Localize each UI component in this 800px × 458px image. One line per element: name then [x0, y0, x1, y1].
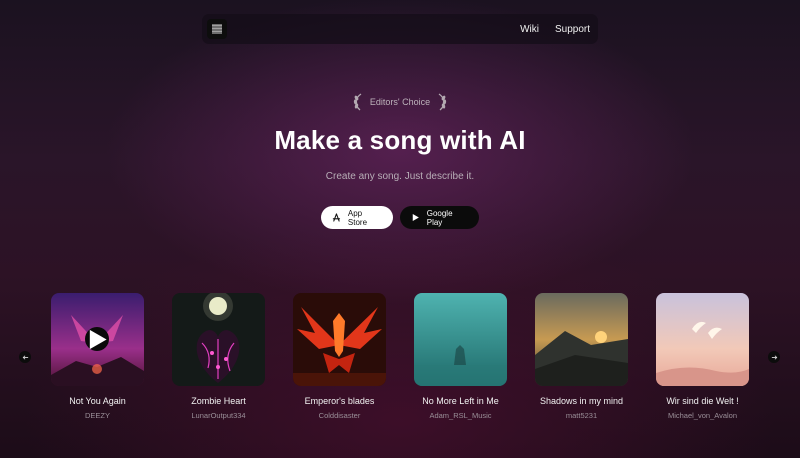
page-subtitle: Create any song. Just describe it.	[325, 171, 475, 182]
app-store-icon	[332, 213, 341, 222]
cover-art-teal-fog	[414, 293, 507, 386]
carousel-next-button[interactable]	[768, 351, 780, 363]
app-logo-icon[interactable]	[207, 19, 227, 39]
play-icon	[89, 329, 107, 349]
nav-link-wiki[interactable]: Wiki	[520, 24, 539, 35]
laurel-right-icon	[438, 93, 447, 111]
google-play-button[interactable]: Google Play	[400, 206, 479, 229]
cover-art-pastel-sky	[656, 293, 749, 386]
song-title: No More Left in Me	[422, 396, 499, 406]
song-artist[interactable]: DEEZY	[51, 411, 144, 420]
carousel-prev-button[interactable]	[19, 351, 31, 363]
nav-link-support[interactable]: Support	[555, 24, 590, 35]
song-card[interactable]: Wir sind die Welt ! Michael_von_Avalon	[656, 293, 749, 420]
song-artist[interactable]: Adam_RSL_Music	[414, 411, 507, 420]
editors-choice-badge: Editors' Choice	[0, 92, 800, 112]
store-buttons: App Store Google Play	[0, 206, 800, 229]
song-cover[interactable]	[293, 293, 386, 386]
song-card[interactable]: Zombie Heart LunarOutput334	[172, 293, 265, 420]
song-title: Not You Again	[69, 396, 126, 406]
song-artist[interactable]: LunarOutput334	[172, 411, 265, 420]
badge-label: Editors' Choice	[369, 97, 431, 107]
song-title: Wir sind die Welt !	[666, 396, 739, 406]
song-artist[interactable]: Michael_von_Avalon	[656, 411, 749, 420]
song-cover[interactable]	[172, 293, 265, 386]
arrow-right-icon	[771, 354, 777, 360]
song-artist[interactable]: matt5231	[535, 411, 628, 420]
app-store-button[interactable]: App Store	[321, 206, 393, 229]
cover-art-sunset-mountains	[535, 293, 628, 386]
song-card[interactable]: Shadows in my mind matt5231	[535, 293, 628, 420]
song-artist[interactable]: Colddisaster	[293, 411, 386, 420]
song-cover[interactable]	[51, 293, 144, 386]
page-title: Make a song with AI	[274, 125, 526, 155]
song-title: Emperor's blades	[304, 396, 375, 406]
song-cover[interactable]	[656, 293, 749, 386]
song-cover[interactable]	[535, 293, 628, 386]
google-play-icon	[412, 214, 419, 221]
song-card[interactable]: No More Left in Me Adam_RSL_Music	[414, 293, 507, 420]
cover-art-red-phoenix	[293, 293, 386, 386]
app-store-label: App Store	[347, 208, 368, 227]
top-navbar: Wiki Support	[202, 14, 598, 44]
play-button[interactable]	[85, 327, 109, 351]
nav-links: Wiki Support	[520, 24, 590, 35]
google-play-label: Google Play	[426, 208, 453, 227]
laurel-left-icon	[353, 93, 362, 111]
arrow-left-icon	[22, 354, 28, 360]
song-title: Shadows in my mind	[539, 396, 624, 406]
song-card[interactable]: Emperor's blades Colddisaster	[293, 293, 386, 420]
cover-art-zombie-heart	[172, 293, 265, 386]
song-cover[interactable]	[414, 293, 507, 386]
song-title: Zombie Heart	[191, 396, 246, 406]
song-card[interactable]: Not You Again DEEZY	[51, 293, 144, 420]
